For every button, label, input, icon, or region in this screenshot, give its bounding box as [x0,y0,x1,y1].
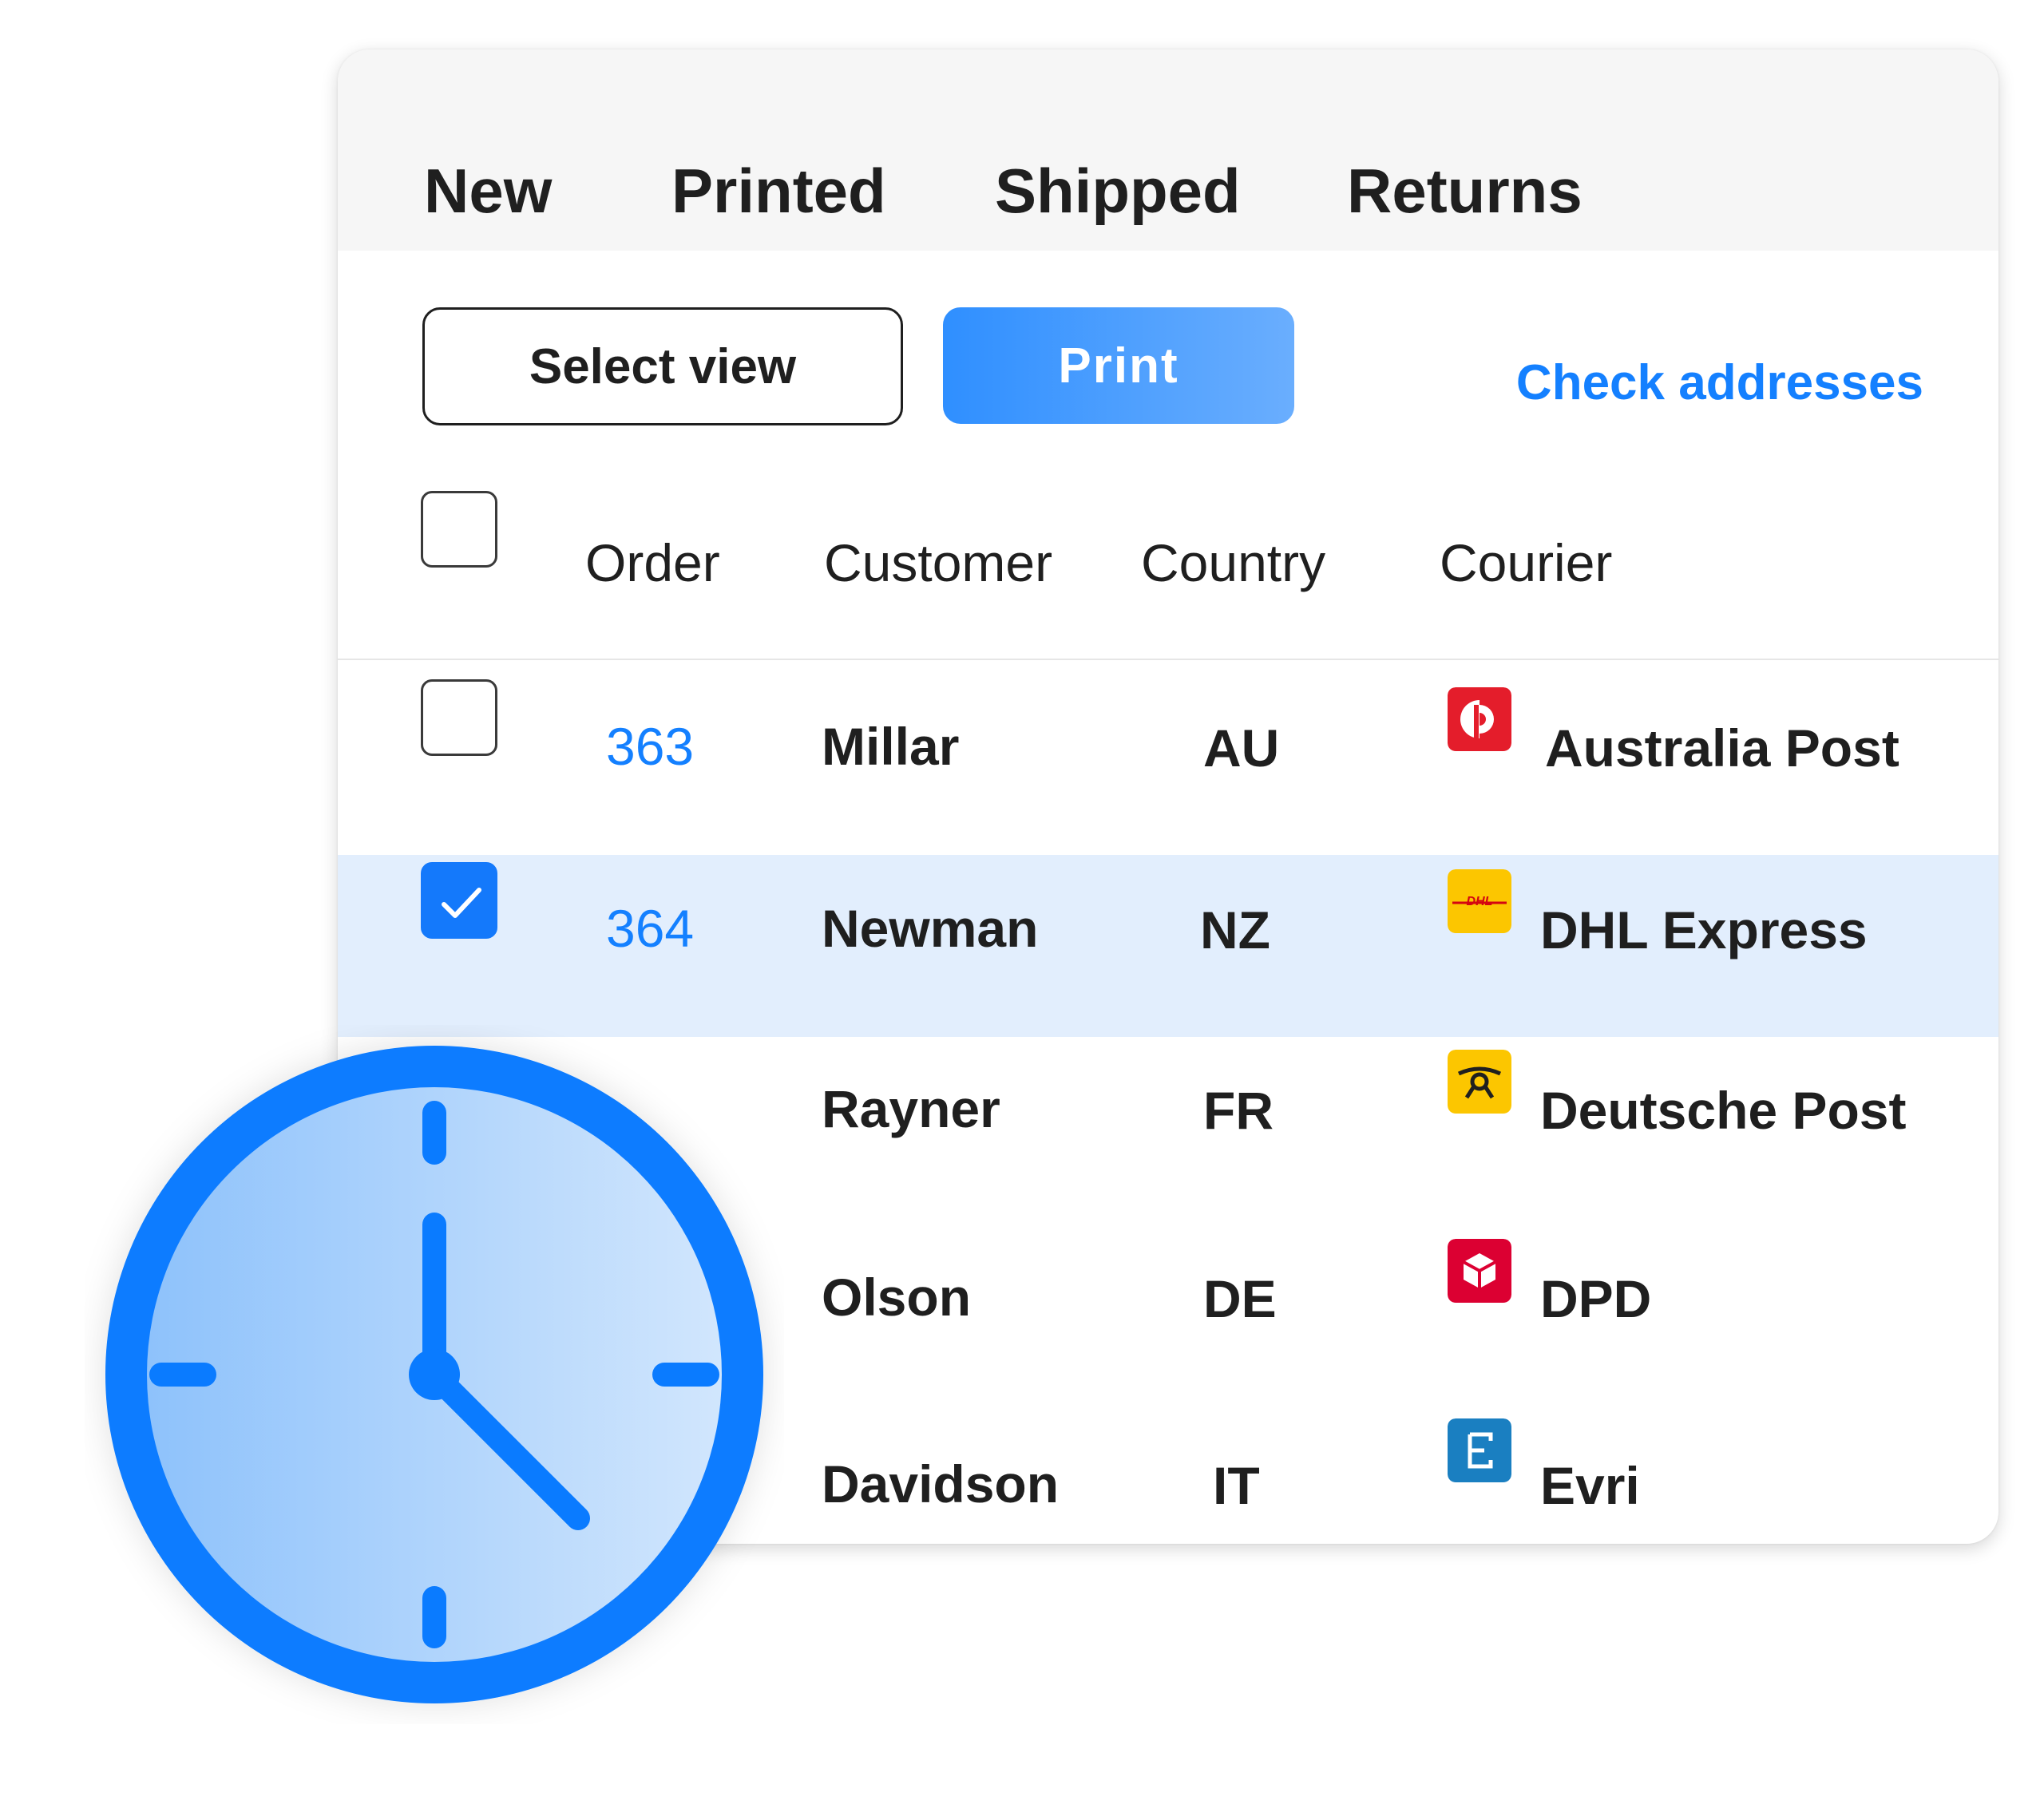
customer-name: Davidson [822,1454,1060,1513]
country-code: AU [1203,718,1280,777]
stage: New Printed Shipped Returns Select view … [0,0,2044,1812]
status-tab-bar: New Printed Shipped Returns [338,49,1998,251]
header-divider [338,659,1998,660]
clock-icon [105,1046,763,1703]
courier-name: Australia Post [1545,718,1899,777]
column-header-courier[interactable]: Courier [1440,536,1612,589]
australia-post-logo-icon [1448,687,1511,751]
dpd-logo-icon [1448,1239,1511,1303]
column-header-country[interactable]: Country [1141,536,1325,589]
checkmark-icon [442,888,481,918]
customer-name: Millar [822,717,960,776]
row-checkbox[interactable] [421,679,497,756]
select-view-button[interactable]: Select view [422,307,903,425]
country-code: NZ [1200,900,1270,959]
check-addresses-link[interactable]: Check addresses [1516,358,1923,408]
evri-logo-icon [1448,1418,1511,1482]
tab-shipped[interactable]: Shipped [995,160,1241,222]
row-checkbox[interactable] [421,862,497,939]
courier-name: Evri [1540,1456,1640,1515]
country-code: IT [1213,1456,1260,1515]
tab-new[interactable]: New [424,160,552,222]
customer-name: Newman [822,899,1039,958]
column-header-customer[interactable]: Customer [824,536,1052,589]
column-header-order[interactable]: Order [585,536,720,589]
svg-text:DHL: DHL [1467,895,1493,908]
courier-name: Deutsche Post [1540,1081,1907,1140]
order-number-link[interactable]: 363 [606,720,694,773]
print-label: Print [1058,338,1179,394]
tab-printed[interactable]: Printed [671,160,886,222]
deutsche-post-logo-icon [1448,1050,1511,1114]
country-code: DE [1203,1269,1277,1328]
courier-name: DPD [1540,1269,1652,1328]
customer-name: Olson [822,1268,972,1327]
tab-returns[interactable]: Returns [1347,160,1583,222]
order-number-link[interactable]: 364 [606,902,694,955]
country-code: FR [1203,1081,1274,1140]
select-view-label: Select view [529,338,797,394]
print-button[interactable]: Print [943,307,1294,424]
courier-name: DHL Express [1540,900,1868,959]
customer-name: Rayner [822,1079,1000,1138]
select-all-checkbox[interactable] [421,491,497,568]
dhl-logo-icon: DHL [1448,869,1511,933]
